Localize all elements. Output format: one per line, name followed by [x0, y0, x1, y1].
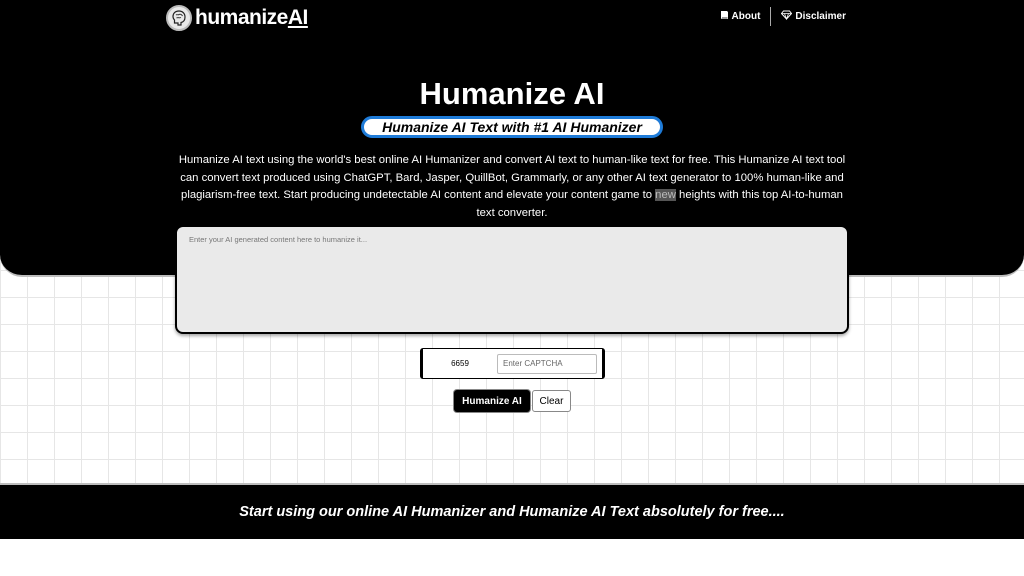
brain-logo-icon [166, 4, 192, 31]
captcha-code: 6659 [451, 359, 469, 368]
page-title: Humanize AI [419, 76, 605, 111]
diamond-icon [781, 10, 793, 23]
clear-button[interactable]: Clear [532, 390, 571, 412]
nav-disclaimer-label: Disclaimer [795, 11, 846, 22]
captcha-input[interactable] [497, 353, 597, 374]
logo-text: humanizeAI [195, 5, 308, 29]
nav-about-label: About [731, 11, 761, 22]
page-bottom [0, 539, 1024, 576]
highlighted-word: new [655, 189, 676, 201]
hero-description: Humanize AI text using the world's best … [178, 154, 846, 219]
captcha-panel: 6659 [420, 348, 605, 379]
nav-disclaimer-link[interactable]: Disclaimer [781, 10, 846, 23]
top-nav: About Disclaimer [720, 7, 846, 26]
humanize-button[interactable]: Humanize AI [454, 390, 530, 412]
site-logo[interactable]: humanizeAI [166, 4, 308, 31]
book-icon [720, 10, 729, 23]
nav-about-link[interactable]: About [720, 10, 761, 23]
tagline-badge: Humanize AI Text with #1 AI Humanizer [361, 116, 663, 138]
ai-content-input[interactable] [175, 225, 849, 334]
footer-tagline: Start using our online AI Humanizer and … [239, 504, 785, 520]
footer-banner: Start using our online AI Humanizer and … [0, 483, 1024, 539]
nav-divider [770, 7, 772, 26]
